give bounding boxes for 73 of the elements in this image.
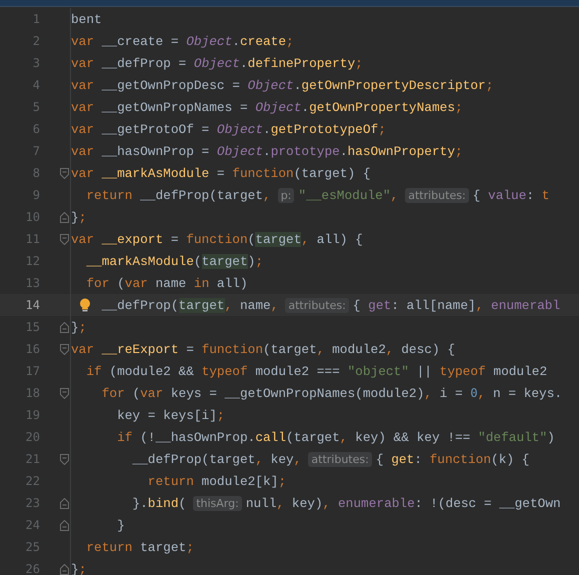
line-number: 22 [24,474,40,488]
line-number: 5 [32,100,40,114]
line-number: 25 [24,540,40,554]
code-text: for (var keys = __getOwnPropNames(module2), i = 0, n = keys. [100,386,562,400]
parameter-hint: thisArg: [193,496,242,510]
line-number: 19 [24,408,40,422]
line-number: 7 [32,144,40,158]
fold-marker-icon[interactable] [60,454,69,464]
line-number: 1 [32,12,40,26]
code-text: return module2[k]; [146,474,286,488]
parameter-hint: p: [278,188,294,202]
line-number: 3 [32,56,40,70]
code-text: __markAsModule(target); [85,254,264,268]
code-text: "__esModule", [298,188,398,202]
line-number: 6 [32,122,40,136]
code-text: var __reExport = function(target, module2, desc) { [71,342,456,356]
line-number: 20 [24,430,40,444]
fold-marker-icon[interactable] [60,520,69,530]
code-text: var __hasOwnProp = Object.prototype.hasOwnProperty; [71,144,463,158]
parameter-hint: attributes: [285,298,349,312]
fold-marker-icon[interactable] [60,564,69,574]
code-text: __defProp(target, name, [100,298,278,312]
fold-marker-icon[interactable] [60,344,69,354]
code-text: var __getOwnPropDesc = Object.getOwnPropertyDescriptor; [71,78,494,92]
code-text: }; [71,320,86,334]
line-number: 17 [24,364,40,378]
code-text: return target; [85,540,194,554]
line-number: 14 [24,298,40,312]
code-text: null, key), enumerable: !(desc = __getOwn [246,496,561,510]
code-text: }.bind( [131,496,186,510]
line-number: 8 [32,166,40,180]
line-number: 13 [24,276,40,290]
code-text: { get: all[name], enumerabl [352,298,560,312]
line-number: 12 [24,254,40,268]
code-text: __defProp(target, key, [131,452,302,466]
line-number: 15 [24,320,40,334]
line-number: 18 [24,386,40,400]
code-text: if (!__hasOwnProp.call(target, key) && key !== "default") [116,430,555,444]
line-number: 24 [24,518,40,532]
code-text: var __export = function(target, all) { [71,232,363,246]
line-number: 4 [32,78,40,92]
line-number: 9 [32,188,40,202]
fold-marker-icon[interactable] [60,498,69,508]
code-text: { get: function(k) { [376,452,530,466]
code-text: var __create = Object.create; [71,34,294,48]
parameter-hint: attributes: [405,188,469,202]
lightbulb-icon[interactable] [79,298,91,313]
code-text: var __defProp = Object.defineProperty; [71,56,363,70]
line-number: 16 [24,342,40,356]
code-text: for (var name in all) [85,276,248,290]
code-text: var __markAsModule = function(target) { [71,166,371,180]
fold-marker-icon[interactable] [60,234,69,244]
parameter-hint: attributes: [308,452,372,466]
code-text: { value: t [472,188,550,202]
fold-marker-icon[interactable] [60,322,69,332]
code-text: var __getProtoOf = Object.getPrototypeOf; [71,122,386,136]
fold-marker-icon[interactable] [60,388,69,398]
fold-marker-icon[interactable] [60,168,69,178]
fold-marker-icon[interactable] [60,212,69,222]
code-text: return __defProp(target, [85,188,271,202]
code-text: key = keys[i]; [116,408,225,422]
code-text: } [116,518,125,532]
code-text: var __getOwnPropNames = Object.getOwnPropertyNames; [71,100,463,114]
code-text: if (module2 && typeof module2 === "object" || typeof module2 [85,364,548,378]
line-number: 23 [24,496,40,510]
line-number: 10 [24,210,40,224]
code-text: }; [71,210,86,224]
line-number: 21 [24,452,40,466]
line-number: 2 [32,34,40,48]
line-number: 11 [24,232,40,246]
code-text: bent [71,12,102,26]
line-number: 26 [24,562,40,575]
code-text: }; [71,562,86,575]
